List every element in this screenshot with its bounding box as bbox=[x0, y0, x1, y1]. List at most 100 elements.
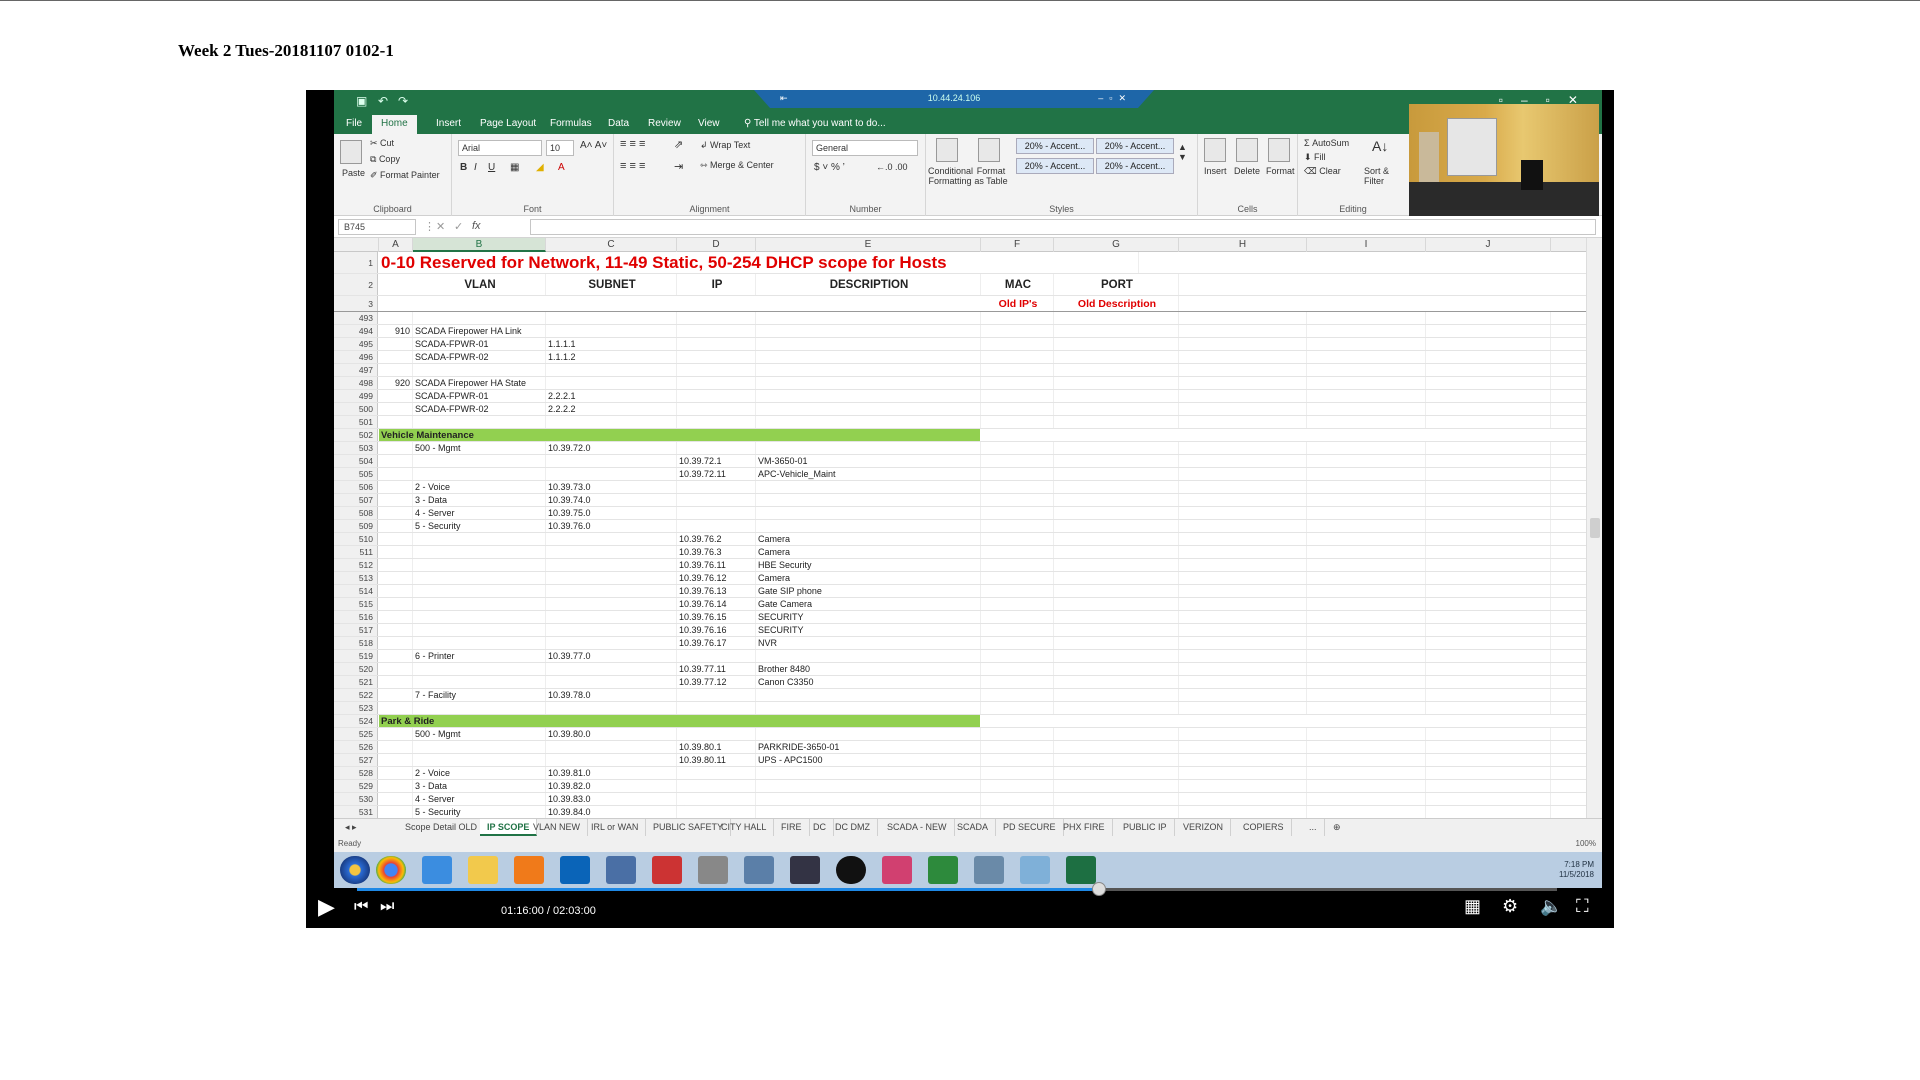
cell-vlan[interactable]: 6 - Printer bbox=[413, 650, 546, 662]
clear-button[interactable]: ⌫ Clear bbox=[1304, 166, 1341, 177]
header-mac[interactable]: MAC bbox=[981, 274, 1054, 295]
cell-vlan[interactable]: 3 - Data bbox=[413, 780, 546, 792]
conditional-formatting-icon[interactable] bbox=[936, 138, 958, 162]
sheet-tab[interactable]: SCADA - NEW bbox=[880, 819, 955, 836]
cell-ip[interactable]: 10.39.77.11 bbox=[677, 663, 756, 675]
cell-ip[interactable] bbox=[677, 312, 756, 324]
undo-icon[interactable]: ↶ bbox=[378, 94, 388, 108]
cell-vlan-id[interactable] bbox=[379, 689, 413, 701]
cell-vlan-id[interactable] bbox=[379, 455, 413, 467]
row-number[interactable]: 509 bbox=[334, 520, 378, 532]
cell-empty[interactable] bbox=[1307, 442, 1426, 454]
cell-ip[interactable] bbox=[677, 520, 756, 532]
cell-vlan[interactable] bbox=[413, 533, 546, 545]
cell-subnet[interactable]: 10.39.83.0 bbox=[546, 793, 677, 805]
cell-subnet[interactable] bbox=[546, 741, 677, 753]
section-header[interactable]: Park & Ride bbox=[379, 715, 980, 727]
cell-empty[interactable] bbox=[1307, 624, 1426, 636]
format-cells-label[interactable]: Format bbox=[1266, 166, 1295, 176]
cell-description[interactable] bbox=[756, 793, 981, 805]
cell-empty[interactable] bbox=[1054, 728, 1179, 740]
folder-icon[interactable] bbox=[468, 856, 498, 884]
cell-empty[interactable] bbox=[1179, 611, 1307, 623]
cell-empty[interactable] bbox=[1054, 507, 1179, 519]
cell-empty[interactable] bbox=[1426, 676, 1551, 688]
cell-empty[interactable] bbox=[1179, 585, 1307, 597]
sort-filter-icon[interactable]: A↓ bbox=[1372, 138, 1388, 154]
cell-subnet[interactable] bbox=[546, 364, 677, 376]
cell-empty[interactable] bbox=[1179, 455, 1307, 467]
tab-file[interactable]: File bbox=[340, 117, 368, 130]
cell-vlan[interactable] bbox=[413, 611, 546, 623]
cell-empty[interactable] bbox=[981, 793, 1054, 805]
cell-empty[interactable] bbox=[981, 611, 1054, 623]
cell-empty[interactable] bbox=[1307, 780, 1426, 792]
cell-ip[interactable]: 10.39.77.12 bbox=[677, 676, 756, 688]
sheet-tab[interactable]: VLAN NEW bbox=[526, 819, 589, 836]
cell-vlan[interactable]: SCADA Firepower HA State bbox=[413, 377, 546, 389]
column-header-a[interactable]: A bbox=[379, 238, 413, 252]
window-icon[interactable] bbox=[1020, 856, 1050, 884]
cell-subnet[interactable] bbox=[546, 468, 677, 480]
cell-ip[interactable]: 10.39.76.16 bbox=[677, 624, 756, 636]
cell-ip[interactable] bbox=[677, 702, 756, 714]
cell-ip[interactable] bbox=[677, 338, 756, 350]
cell-subnet[interactable]: 10.39.80.0 bbox=[546, 728, 677, 740]
save-icon[interactable]: ▣ bbox=[356, 94, 367, 108]
cell-empty[interactable] bbox=[1307, 767, 1426, 779]
cell-subnet[interactable] bbox=[546, 663, 677, 675]
cut-button[interactable]: ✂ Cut bbox=[370, 138, 394, 149]
cell-empty[interactable] bbox=[1426, 455, 1551, 467]
cell-vlan[interactable]: 4 - Server bbox=[413, 507, 546, 519]
cell-subnet[interactable] bbox=[546, 611, 677, 623]
font-color-icon[interactable]: A bbox=[558, 162, 565, 173]
cell-ip[interactable] bbox=[677, 377, 756, 389]
format-as-table-label[interactable]: Format as Table bbox=[972, 166, 1010, 186]
cell-vlan-id[interactable] bbox=[379, 806, 413, 818]
cell-ip[interactable] bbox=[677, 507, 756, 519]
fill-color-icon[interactable]: ◢ bbox=[536, 162, 544, 173]
cell-empty[interactable] bbox=[981, 676, 1054, 688]
cell-vlan-id[interactable] bbox=[379, 442, 413, 454]
cell-vlan[interactable]: SCADA Firepower HA Link bbox=[413, 325, 546, 337]
cell-ip[interactable] bbox=[677, 806, 756, 818]
cell-empty[interactable] bbox=[1179, 325, 1307, 337]
cell-empty[interactable] bbox=[1179, 494, 1307, 506]
cell-description[interactable]: APC-Vehicle_Maint bbox=[756, 468, 981, 480]
cell-description[interactable] bbox=[756, 403, 981, 415]
cell-empty[interactable] bbox=[1054, 689, 1179, 701]
cell-empty[interactable] bbox=[1426, 767, 1551, 779]
row-number[interactable]: 508 bbox=[334, 507, 378, 519]
cell-description[interactable] bbox=[756, 390, 981, 402]
add-sheet-icon[interactable]: ⊕ bbox=[1326, 819, 1348, 836]
cell-vlan[interactable]: 2 - Voice bbox=[413, 481, 546, 493]
column-header-f[interactable]: F bbox=[981, 238, 1054, 252]
select-all-corner[interactable] bbox=[334, 238, 379, 252]
cell-empty[interactable] bbox=[1179, 442, 1307, 454]
cell-empty[interactable] bbox=[1426, 507, 1551, 519]
cell-empty[interactable] bbox=[1054, 598, 1179, 610]
cell-empty[interactable] bbox=[1307, 364, 1426, 376]
cell-ip[interactable]: 10.39.76.13 bbox=[677, 585, 756, 597]
cell-description[interactable] bbox=[756, 416, 981, 428]
row-number[interactable]: 496 bbox=[334, 351, 378, 363]
cell-empty[interactable] bbox=[1054, 559, 1179, 571]
sort-filter-label[interactable]: Sort & Filter bbox=[1364, 166, 1404, 186]
previous-icon[interactable]: ⏮ bbox=[354, 898, 368, 916]
cell-empty[interactable] bbox=[1054, 325, 1179, 337]
remote-desktop-icon[interactable] bbox=[928, 856, 958, 884]
header-vlan[interactable]: VLAN bbox=[413, 274, 546, 295]
cell-empty[interactable] bbox=[981, 364, 1054, 376]
volume-icon[interactable]: 🔈 bbox=[1540, 896, 1562, 917]
cell-ip[interactable]: 10.39.76.17 bbox=[677, 637, 756, 649]
cell-empty[interactable] bbox=[1426, 442, 1551, 454]
ie-icon[interactable] bbox=[422, 856, 452, 884]
start-icon[interactable] bbox=[340, 856, 370, 884]
cell-vlan-id[interactable] bbox=[379, 546, 413, 558]
cell-vlan[interactable] bbox=[413, 754, 546, 766]
cell-empty[interactable] bbox=[981, 481, 1054, 493]
row-number[interactable]: 511 bbox=[334, 546, 378, 558]
cell-subnet[interactable] bbox=[546, 546, 677, 558]
play-icon[interactable]: ▶ bbox=[318, 894, 335, 920]
cell-empty[interactable] bbox=[1426, 702, 1551, 714]
